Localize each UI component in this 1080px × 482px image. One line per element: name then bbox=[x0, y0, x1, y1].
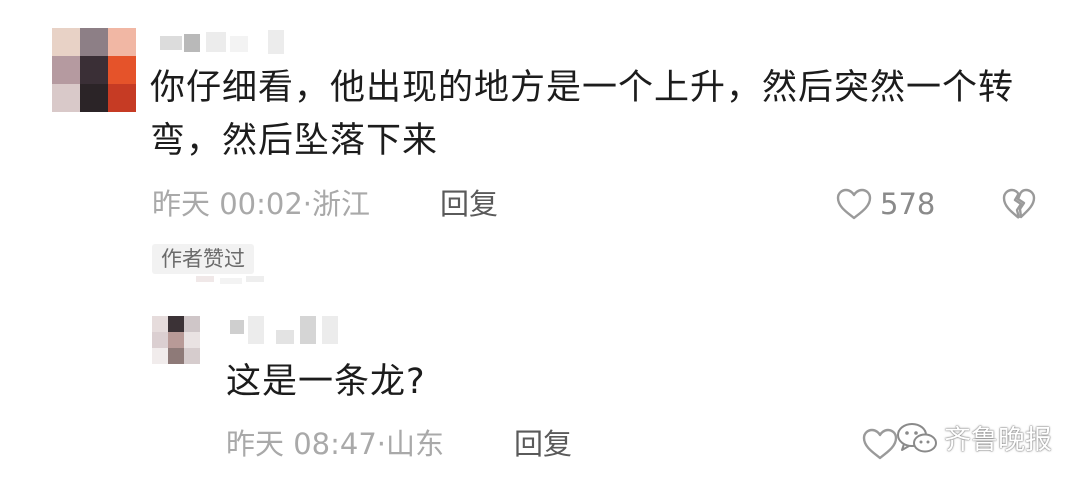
watermark-text: 齐鲁晚报 bbox=[944, 425, 1052, 456]
like-count: 578 bbox=[880, 187, 936, 221]
comment-thread: 你仔细看，他出现的地方是一个上升，然后突然一个转弯，然后坠落下来 昨天 00:0… bbox=[0, 0, 1080, 482]
reply-meta: 昨天 08:47·山东 bbox=[226, 426, 444, 462]
meta-separator: · bbox=[376, 427, 387, 461]
commenter-avatar[interactable] bbox=[52, 28, 136, 112]
reply-button[interactable]: 回复 bbox=[514, 426, 572, 462]
replier-avatar[interactable] bbox=[152, 316, 200, 364]
comment-time: 昨天 00:02 bbox=[152, 187, 303, 221]
meta-separator: · bbox=[302, 187, 313, 221]
comment-text: 你仔细看，他出现的地方是一个上升，然后突然一个转弯，然后坠落下来 bbox=[150, 68, 1015, 161]
heart-outline-icon[interactable] bbox=[862, 428, 898, 460]
reply-button[interactable]: 回复 bbox=[440, 186, 498, 222]
reply-location: 山东 bbox=[386, 427, 445, 461]
commenter-name[interactable] bbox=[160, 30, 284, 54]
reply-text: 这是一条龙? bbox=[226, 362, 426, 402]
heart-outline-icon[interactable] bbox=[836, 188, 872, 220]
publisher-watermark: 齐鲁晚报 bbox=[896, 418, 1052, 457]
replier-name[interactable] bbox=[226, 314, 354, 348]
author-liked-badge: 作者赞过 bbox=[152, 244, 254, 274]
broken-heart-icon[interactable] bbox=[1002, 188, 1036, 220]
comment-location: 浙江 bbox=[312, 187, 371, 221]
comment-meta: 昨天 00:02·浙江 bbox=[152, 186, 370, 222]
reply-time: 昨天 08:47 bbox=[226, 427, 377, 461]
blurred-fragment bbox=[196, 276, 266, 284]
wechat-icon bbox=[897, 422, 937, 452]
